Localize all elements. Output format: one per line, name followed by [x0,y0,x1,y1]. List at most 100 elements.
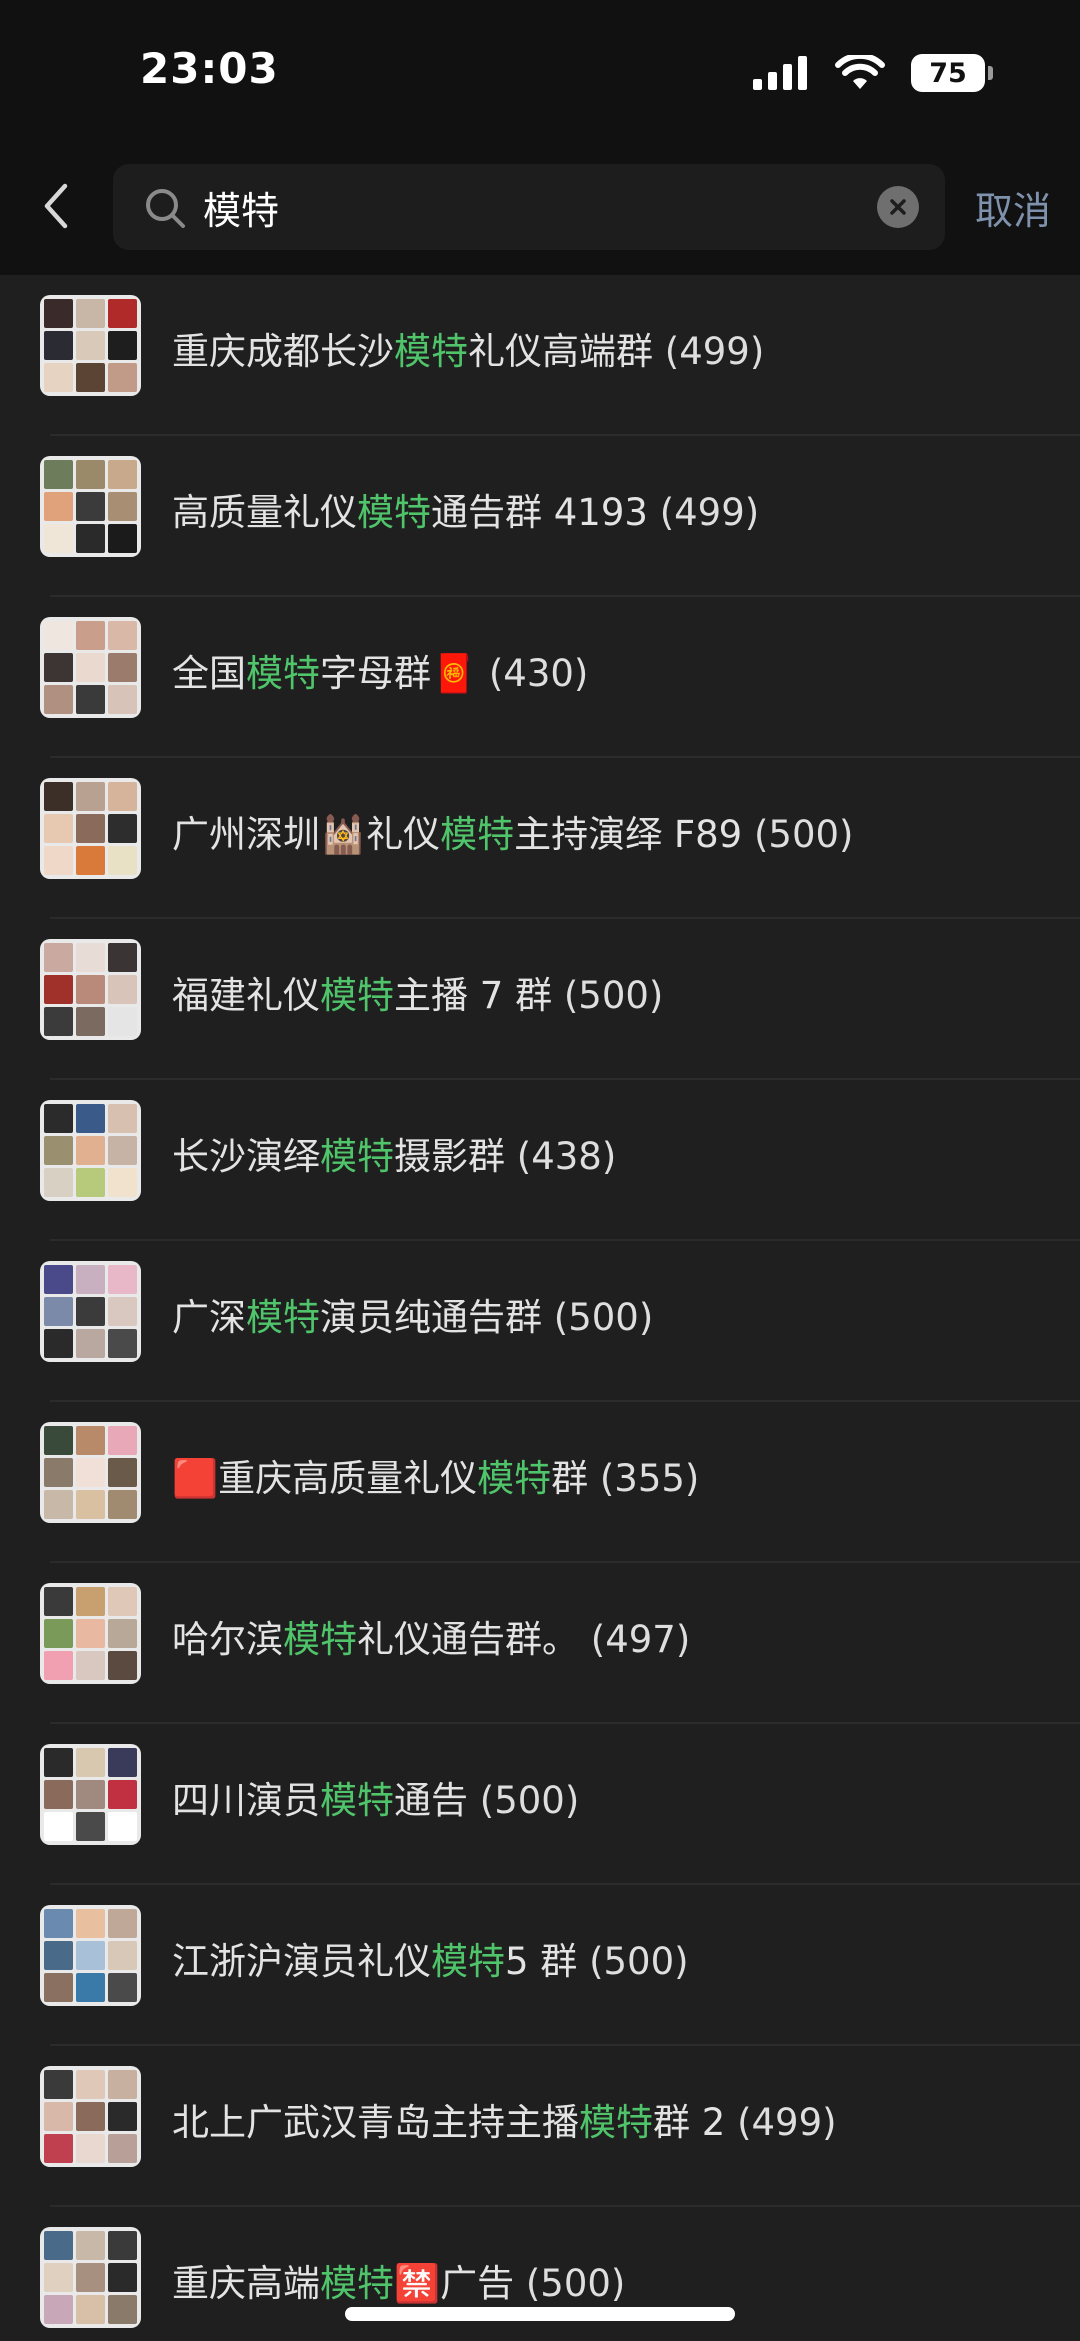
member-avatar-tile [76,460,105,489]
search-box[interactable] [113,164,945,250]
member-avatar-tile [76,1780,105,1809]
member-avatar-tile [108,1909,137,1938]
result-row[interactable]: 哈尔滨模特礼仪通告群。 (497) [0,1563,1080,1724]
group-name-suffix: 摄影群 [394,1135,505,1178]
search-input[interactable] [203,164,853,250]
member-avatar-tile [44,460,73,489]
member-avatar-tile [108,621,137,650]
member-avatar-tile [44,492,73,521]
member-avatar-tile [108,1941,137,1970]
group-avatar [40,1744,141,1845]
group-name: 重庆高端模特🈲广告 (500) [172,2254,1052,2314]
member-avatar-tile [108,2102,137,2131]
group-name: 全国模特字母群🧧 (430) [172,644,1052,704]
result-row[interactable]: 江浙沪演员礼仪模特5 群 (500) [0,1885,1080,2046]
member-avatar-tile [76,1941,105,1970]
member-count: (500) [479,1779,580,1822]
member-count: (500) [525,2262,626,2305]
member-avatar-tile [44,1426,73,1455]
member-count: (497) [590,1618,691,1661]
result-row[interactable]: 重庆成都长沙模特礼仪高端群 (499) [0,275,1080,436]
member-avatar-tile [44,1812,73,1841]
group-name: 高质量礼仪模特通告群 4193 (499) [172,483,1052,543]
member-avatar-tile [76,524,105,553]
group-name-suffix: 礼仪通告群。 [357,1618,579,1661]
member-avatar-tile [76,299,105,328]
group-name-suffix: 礼仪高端群 [468,330,653,373]
group-name: 重庆成都长沙模特礼仪高端群 (499) [172,322,1052,382]
member-avatar-tile [108,782,137,811]
member-avatar-tile [108,2134,137,2163]
member-avatar-tile [108,2070,137,2099]
wifi-icon [835,55,885,89]
group-avatar [40,1261,141,1362]
group-name-suffix: 🈲广告 [394,2262,515,2305]
group-name-suffix: 演员纯通告群 [320,1296,542,1339]
member-avatar-tile [44,1973,73,2002]
search-results-list: 重庆成都长沙模特礼仪高端群 (499) 高质量礼仪模特通告群 4193 (499)… [0,275,1080,2341]
result-row[interactable]: 四川演员模特通告 (500) [0,1724,1080,1885]
member-avatar-tile [108,1007,137,1036]
result-row[interactable]: 高质量礼仪模特通告群 4193 (499) [0,436,1080,597]
member-count: (499) [737,2101,837,2144]
group-name-prefix: 重庆高端 [172,2262,320,2305]
member-avatar-tile [76,1490,105,1519]
group-avatar [40,1905,141,2006]
member-count: (499) [659,491,760,534]
member-avatar-tile [44,1587,73,1616]
group-name: 广深模特演员纯通告群 (500) [172,1288,1052,1348]
back-button[interactable] [30,175,82,237]
member-avatar-tile [76,653,105,682]
member-avatar-tile [76,782,105,811]
member-avatar-tile [76,1748,105,1777]
result-row[interactable]: 北上广武汉青岛主持主播模特群 2 (499) [0,2046,1080,2207]
clear-search-button[interactable] [877,186,919,228]
member-avatar-tile [44,1941,73,1970]
group-name-prefix: 福建礼仪 [172,974,320,1017]
member-avatar-tile [44,1104,73,1133]
member-avatar-tile [76,1812,105,1841]
member-avatar-tile [108,1780,137,1809]
member-avatar-tile [44,685,73,714]
group-name-prefix: 广州深圳🕍礼仪 [172,813,441,856]
group-name-prefix: 江浙沪演员礼仪 [172,1940,431,1983]
member-avatar-tile [44,814,73,843]
member-avatar-tile [108,1329,137,1358]
group-avatar [40,295,141,396]
member-avatar-tile [108,1104,137,1133]
result-row[interactable]: 福建礼仪模特主播 7 群 (500) [0,919,1080,1080]
result-row[interactable]: 🟥重庆高质量礼仪模特群 (355) [0,1402,1080,1563]
member-avatar-tile [76,1168,105,1197]
member-avatar-tile [76,943,105,972]
member-avatar-tile [44,2134,73,2163]
group-name-suffix: 群 2 [653,2101,726,2144]
member-avatar-tile [108,363,137,392]
chevron-left-icon [44,183,68,229]
group-name-prefix: 🟥重庆高质量礼仪 [172,1457,478,1500]
battery-indicator: 75 [911,54,993,92]
result-row[interactable]: 广深模特演员纯通告群 (500) [0,1241,1080,1402]
member-avatar-tile [76,2070,105,2099]
member-avatar-tile [76,2263,105,2292]
member-avatar-tile [76,1265,105,1294]
result-row[interactable]: 长沙演绎模特摄影群 (438) [0,1080,1080,1241]
member-avatar-tile [108,685,137,714]
member-avatar-tile [44,299,73,328]
member-avatar-tile [108,2295,137,2324]
result-row[interactable]: 广州深圳🕍礼仪模特主持演绎 F89 (500) [0,758,1080,919]
home-indicator[interactable] [345,2307,735,2321]
result-row[interactable]: 全国模特字母群🧧 (430) [0,597,1080,758]
group-name: 北上广武汉青岛主持主播模特群 2 (499) [172,2093,1052,2153]
member-avatar-tile [76,363,105,392]
member-avatar-tile [44,1490,73,1519]
member-avatar-tile [44,975,73,1004]
member-avatar-tile [44,782,73,811]
group-name: 哈尔滨模特礼仪通告群。 (497) [172,1610,1052,1670]
cancel-button[interactable]: 取消 [975,180,1051,235]
status-bar: 23:03 75 [0,0,1080,150]
search-match-highlight: 模特 [440,813,515,856]
member-avatar-tile [76,2102,105,2131]
member-count: (430) [488,652,589,695]
group-name: 长沙演绎模特摄影群 (438) [172,1127,1052,1187]
group-name-prefix: 北上广武汉青岛主持主播 [172,2101,579,2144]
